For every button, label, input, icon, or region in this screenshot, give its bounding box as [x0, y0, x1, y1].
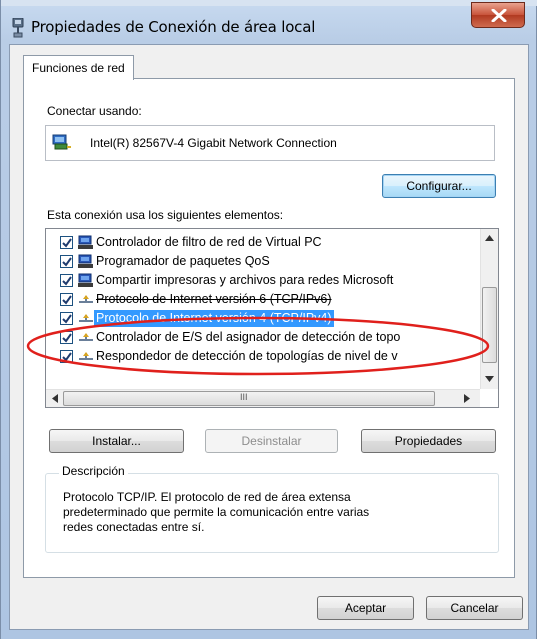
list-item[interactable]: Respondedor de detección de topologías d…	[46, 347, 482, 366]
list-item-label: Programador de paquetes QoS	[96, 254, 270, 268]
vertical-scrollbar[interactable]	[480, 229, 498, 389]
network-connection-icon	[11, 17, 25, 38]
list-item-label: Compartir impresoras y archivos para red…	[96, 273, 394, 287]
horizontal-scroll-thumb[interactable]: III	[63, 391, 435, 406]
scroll-up-arrow-icon[interactable]	[485, 235, 494, 241]
accept-button[interactable]: Aceptar	[317, 596, 414, 620]
adapter-box: Intel(R) 82567V-4 Gigabit Network Connec…	[45, 125, 495, 161]
window-title: Propiedades de Conexión de área local	[31, 18, 316, 36]
components-list[interactable]: Controlador de filtro de red de Virtual …	[45, 228, 499, 408]
list-item-label: Controlador de filtro de red de Virtual …	[96, 235, 322, 249]
connect-using-label: Conectar usando:	[47, 104, 142, 118]
protocol-icon	[78, 292, 94, 310]
horizontal-scrollbar[interactable]: III	[46, 389, 480, 407]
list-item-label: Protocolo de Internet versión 6 (TCP/IPv…	[96, 292, 332, 306]
list-item[interactable]: Compartir impresoras y archivos para red…	[46, 271, 482, 290]
scroll-grip: III	[240, 392, 248, 402]
network-client-icon	[78, 273, 94, 291]
components-label: Esta conexión usa los siguientes element…	[47, 208, 284, 222]
network-adapter-icon	[52, 134, 72, 155]
checkbox[interactable]	[60, 236, 73, 249]
configure-button[interactable]: Configurar...	[382, 174, 496, 198]
adapter-name: Intel(R) 82567V-4 Gigabit Network Connec…	[90, 136, 337, 150]
close-icon	[491, 9, 507, 22]
close-button[interactable]	[471, 2, 525, 28]
network-client-icon	[78, 235, 94, 253]
list-item[interactable]: Protocolo de Internet versión 6 (TCP/IPv…	[46, 290, 482, 309]
list-item[interactable]: Programador de paquetes QoS	[46, 252, 482, 271]
tab-funciones-de-red[interactable]: Funciones de red	[23, 55, 134, 80]
list-item-label: Respondedor de detección de topologías d…	[96, 349, 398, 363]
background-window-strip	[1, 0, 537, 6]
list-item-label: Protocolo de Internet versión 4 (TCP/IPv…	[94, 310, 334, 327]
install-button[interactable]: Instalar...	[49, 429, 184, 453]
checkbox[interactable]	[60, 331, 73, 344]
checkbox[interactable]	[60, 350, 73, 363]
dialog-window: Propiedades de Conexión de área local Fu…	[0, 0, 537, 639]
description-legend: Descripción	[59, 464, 128, 478]
list-item[interactable]: Controlador de filtro de red de Virtual …	[46, 233, 482, 252]
description-text: Protocolo TCP/IP. El protocolo de red de…	[63, 490, 370, 534]
protocol-icon	[78, 349, 94, 367]
checkbox[interactable]	[60, 312, 73, 325]
properties-button[interactable]: Propiedades	[361, 429, 496, 453]
network-client-icon	[78, 254, 94, 272]
list-item-label: Controlador de E/S del asignador de dete…	[96, 330, 401, 344]
scroll-down-arrow-icon[interactable]	[485, 376, 494, 382]
checkbox[interactable]	[60, 255, 73, 268]
vertical-scroll-thumb[interactable]	[482, 287, 497, 363]
cancel-button[interactable]: Cancelar	[426, 596, 523, 620]
checkbox[interactable]	[60, 274, 73, 287]
scroll-right-arrow-icon[interactable]	[464, 394, 470, 403]
list-item[interactable]: Controlador de E/S del asignador de dete…	[46, 328, 482, 347]
scroll-left-arrow-icon[interactable]	[52, 394, 58, 403]
protocol-icon	[78, 330, 94, 348]
uninstall-button: Desinstalar	[205, 429, 338, 453]
list-item-selected[interactable]: Protocolo de Internet versión 4 (TCP/IPv…	[46, 309, 482, 328]
checkbox[interactable]	[60, 293, 73, 306]
protocol-icon	[78, 311, 94, 329]
